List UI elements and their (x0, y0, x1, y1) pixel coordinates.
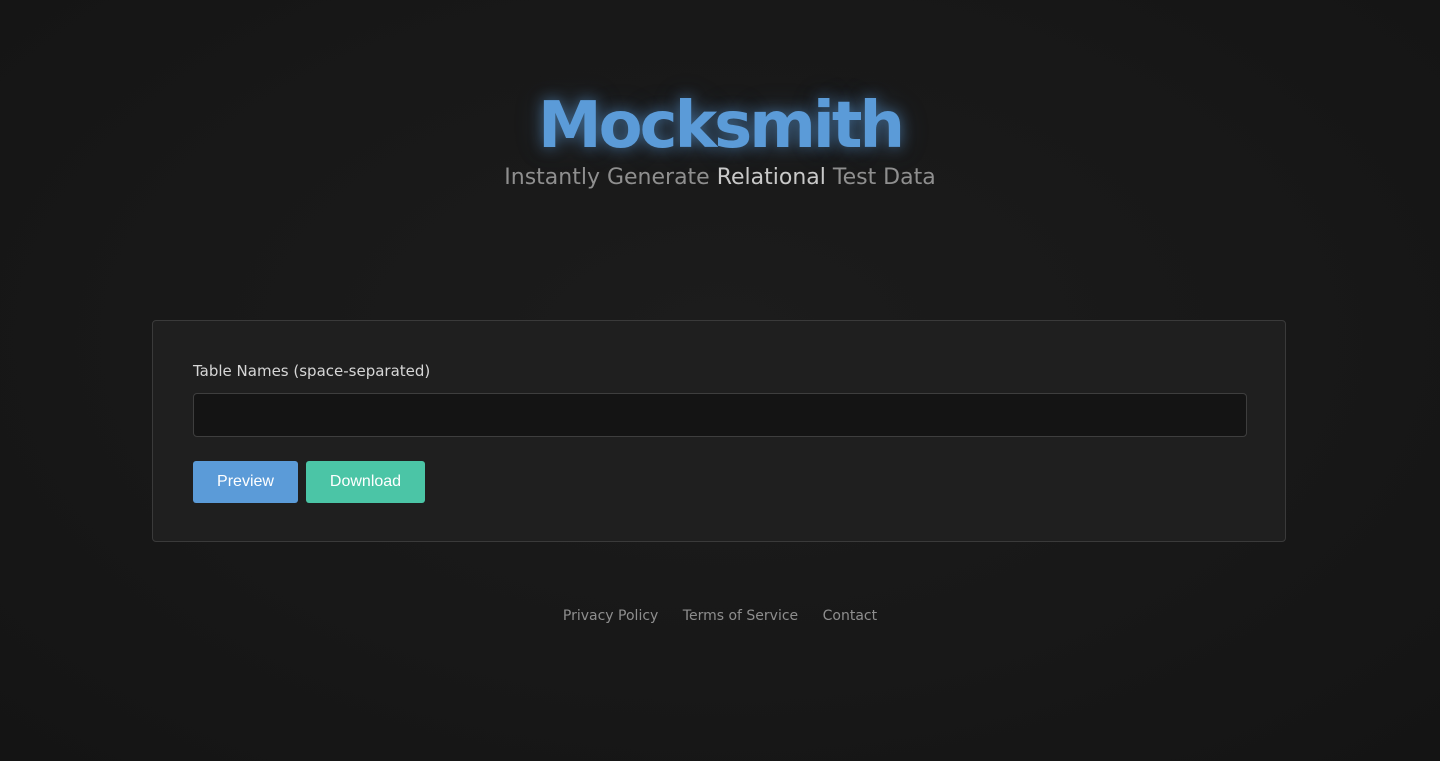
preview-button[interactable]: Preview (193, 461, 298, 503)
tagline: Instantly Generate Relational Test Data (0, 164, 1440, 192)
footer: Privacy Policy Terms of Service Contact (0, 608, 1440, 624)
privacy-policy-link[interactable]: Privacy Policy (563, 608, 658, 624)
table-names-label: Table Names (space-separated) (193, 362, 431, 380)
table-names-input[interactable] (193, 393, 1247, 437)
brand-logo: Mocksmith (537, 89, 905, 163)
page-header: Mocksmith Instantly Generate Relational … (0, 88, 1440, 192)
tagline-suffix: Test Data (825, 165, 936, 190)
generator-card: Table Names (space-separated) Preview Do… (152, 320, 1286, 542)
contact-link[interactable]: Contact (823, 608, 877, 624)
tagline-prefix: Instantly Generate (504, 165, 717, 190)
tagline-emphasis: Relational (716, 165, 826, 190)
terms-of-service-link[interactable]: Terms of Service (683, 608, 798, 624)
download-button[interactable]: Download (306, 461, 425, 503)
